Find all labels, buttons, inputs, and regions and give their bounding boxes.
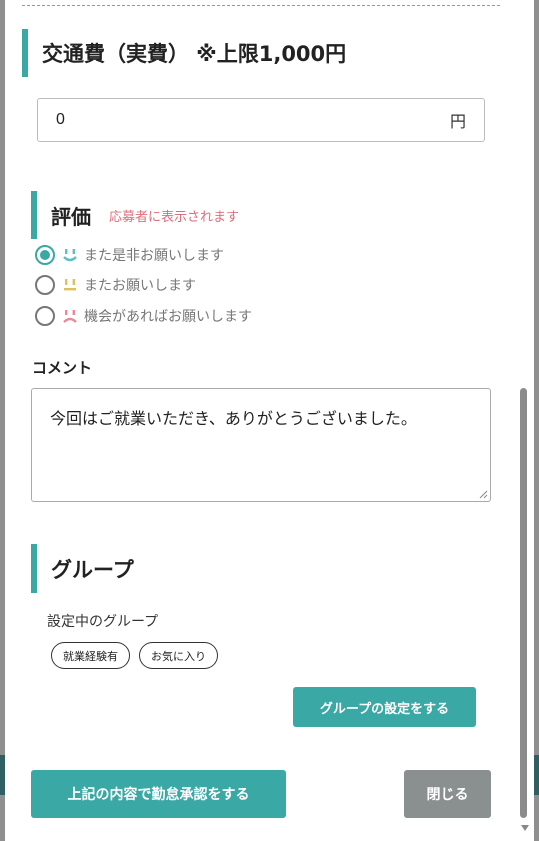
evaluation-section-heading: 評価 応募者に表示されます xyxy=(31,191,239,239)
smile-face-icon xyxy=(63,249,77,262)
evaluation-option-very-good[interactable]: また是非お願いします xyxy=(35,243,224,267)
attendance-approval-modal: 交通費（実費） ※上限1,000円 0 円 評価 応募者に表示されます また是非… xyxy=(5,0,534,841)
resize-grip-icon[interactable] xyxy=(479,490,488,499)
group-tag-list: 就業経験有 お気に入り xyxy=(51,642,218,669)
comment-text: 今回はご就業いただき、ありがとうございました。 xyxy=(50,409,417,428)
evaluation-option-label: 機会があればお願いします xyxy=(84,309,252,325)
evaluation-option-good[interactable]: またお願いします xyxy=(35,273,196,297)
evaluation-option-label: また是非お願いします xyxy=(84,248,224,264)
scroll-down-arrow-icon[interactable] xyxy=(521,825,529,831)
evaluation-title: 評価 xyxy=(51,204,91,229)
set-group-button[interactable]: グループの設定をする xyxy=(293,687,476,727)
group-tag: 就業経験有 xyxy=(51,642,130,669)
approve-attendance-button[interactable]: 上記の内容で勤怠承認をする xyxy=(31,770,286,818)
group-title: グループ xyxy=(51,557,134,582)
radio-button[interactable] xyxy=(35,306,55,326)
fare-amount-input[interactable]: 0 円 xyxy=(37,98,485,142)
sad-face-icon xyxy=(63,310,77,323)
group-subtitle: 設定中のグループ xyxy=(47,614,159,630)
fare-section-heading: 交通費（実費） ※上限1,000円 xyxy=(22,29,346,77)
radio-button[interactable] xyxy=(35,245,55,265)
comment-textarea[interactable]: 今回はご就業いただき、ありがとうございました。 xyxy=(31,388,491,502)
fare-unit: 円 xyxy=(449,112,466,131)
fare-amount-value: 0 xyxy=(56,111,65,128)
evaluation-note: 応募者に表示されます xyxy=(109,209,240,225)
evaluation-option-maybe[interactable]: 機会があればお願いします xyxy=(35,304,252,328)
divider xyxy=(22,5,500,6)
evaluation-option-label: またお願いします xyxy=(84,278,196,294)
radio-button[interactable] xyxy=(35,275,55,295)
comment-label: コメント xyxy=(32,359,93,377)
neutral-face-icon xyxy=(64,279,76,291)
group-tag: お気に入り xyxy=(139,642,218,669)
close-button[interactable]: 閉じる xyxy=(404,770,491,818)
scrollbar-thumb[interactable] xyxy=(520,388,527,818)
fare-title: 交通費（実費） ※上限1,000円 xyxy=(42,42,347,66)
group-section-heading: グループ xyxy=(31,544,134,593)
